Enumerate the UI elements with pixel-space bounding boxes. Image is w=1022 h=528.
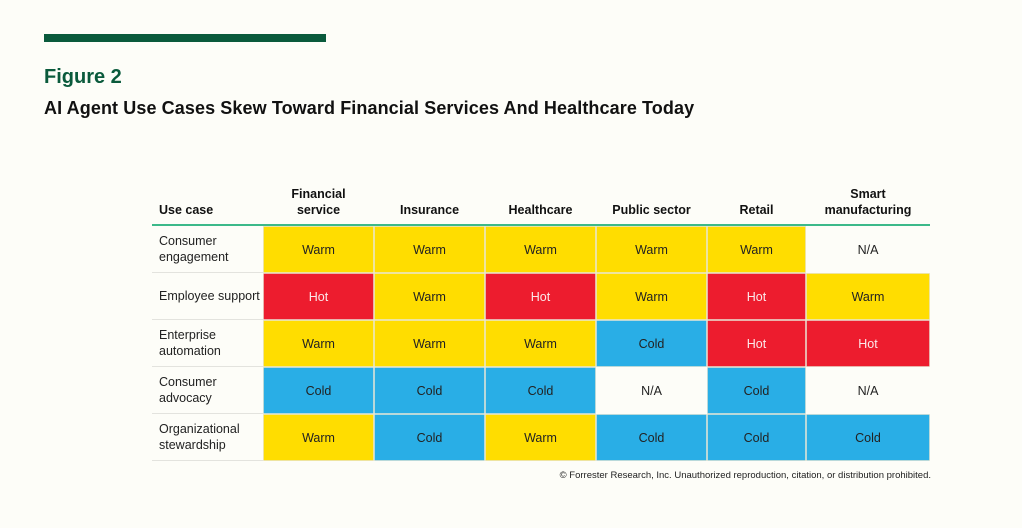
column-header: Healthcare <box>508 203 573 217</box>
heatmap-cell: Warm <box>374 226 485 273</box>
row-label-use-case: Consumer advocacy <box>152 367 263 414</box>
heatmap-cell: Warm <box>707 226 806 273</box>
row-label-use-case: Consumer engagement <box>152 226 263 273</box>
column-header: Insurance <box>399 203 460 217</box>
heatmap-cell: N/A <box>596 367 707 414</box>
column-header: Public sector <box>612 203 691 217</box>
heatmap-cell: Cold <box>596 320 707 367</box>
heatmap-cell: Cold <box>263 367 374 414</box>
heatmap-cell: Cold <box>707 414 806 461</box>
heatmap-cell: Warm <box>374 273 485 320</box>
heatmap-cell: Warm <box>485 414 596 461</box>
table-row: Consumer engagement Warm Warm Warm Warm Warm N… <box>152 226 930 273</box>
column-header: Smart manufacturing <box>824 187 912 217</box>
table-row: Enterprise automation Warm Warm Warm Cold Hot… <box>152 320 930 367</box>
heatmap-cell: N/A <box>806 367 930 414</box>
table-row: Consumer advocacy Cold Cold Cold N/A Cold N/A <box>152 367 930 414</box>
heatmap-cell: Warm <box>596 273 707 320</box>
table-header-row: Use case Financial service Insurance Hea… <box>152 182 930 226</box>
table-row: Organizational stewardship Warm Cold Warm Co… <box>152 414 930 461</box>
table-body: Consumer engagement Warm Warm Warm Warm Warm N… <box>152 226 930 461</box>
heatmap-cell: Cold <box>374 367 485 414</box>
heatmap-cell: Hot <box>707 273 806 320</box>
column-header: Financial service <box>291 187 346 217</box>
heatmap-cell: Hot <box>806 320 930 367</box>
heatmap-cell: Cold <box>374 414 485 461</box>
heatmap-cell: Cold <box>707 367 806 414</box>
row-label-use-case: Organizational stewardship <box>152 414 263 461</box>
heatmap-cell: Warm <box>263 226 374 273</box>
heatmap-cell: Cold <box>806 414 930 461</box>
heatmap-cell: Warm <box>374 320 485 367</box>
heatmap-cell: Hot <box>707 320 806 367</box>
figure-title: AI Agent Use Cases Skew Toward Financial… <box>44 98 695 118</box>
heatmap-cell: Warm <box>263 414 374 461</box>
heatmap-cell: N/A <box>806 226 930 273</box>
top-accent-bar <box>44 34 326 42</box>
heatmap-cell: Warm <box>596 226 707 273</box>
column-header-use-case: Use case <box>159 203 214 217</box>
heatmap-cell: Warm <box>485 320 596 367</box>
heatmap-cell: Hot <box>485 273 596 320</box>
copyright-notice: © Forrester Research, Inc. Unauthorized … <box>559 470 931 481</box>
figure-label: Figure 2 <box>44 66 122 88</box>
table-row: Employee support Hot Warm Hot Warm Hot Warm <box>152 273 930 320</box>
heatmap-cell: Cold <box>596 414 707 461</box>
heatmap-cell: Hot <box>263 273 374 320</box>
heatmap-cell: Warm <box>806 273 930 320</box>
heatmap-cell: Warm <box>485 226 596 273</box>
heatmap-cell: Cold <box>485 367 596 414</box>
column-header: Retail <box>739 203 774 217</box>
heatmap-cell: Warm <box>263 320 374 367</box>
row-label-use-case: Employee support <box>152 273 263 320</box>
use-case-heatmap-table: Use case Financial service Insurance Hea… <box>152 182 930 461</box>
row-label-use-case: Enterprise automation <box>152 320 263 367</box>
